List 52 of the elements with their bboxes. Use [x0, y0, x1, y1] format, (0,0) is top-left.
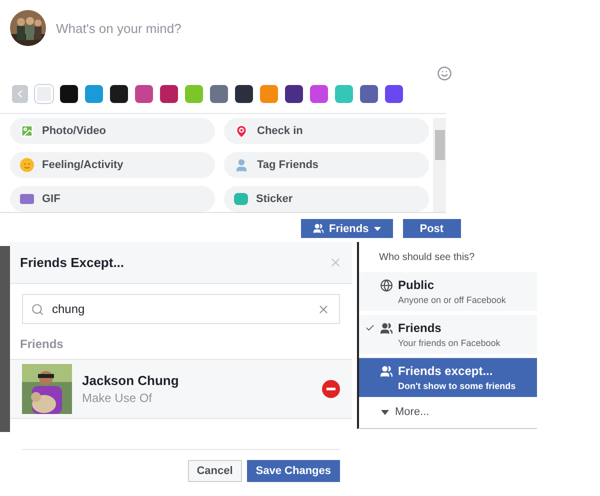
background-swatch[interactable]: [260, 85, 278, 103]
search-icon: [31, 303, 44, 316]
background-swatch[interactable]: [35, 85, 53, 103]
background-swatch[interactable]: [135, 85, 153, 103]
audience-option[interactable]: Public Anyone on or off Facebook: [359, 271, 537, 311]
remove-icon[interactable]: [322, 380, 340, 398]
background-swatch[interactable]: [385, 85, 403, 103]
background-swatch[interactable]: [110, 85, 128, 103]
friend-subtitle: Make Use Of: [82, 391, 154, 405]
action-pill[interactable]: Tag Friends: [224, 152, 429, 178]
action-pill[interactable]: GIF: [10, 186, 215, 212]
audience-option[interactable]: Friends except... Don't show to some friends: [359, 357, 537, 397]
background-swatch[interactable]: [85, 85, 103, 103]
audience-option[interactable]: Friends Your friends on Facebook: [359, 314, 537, 354]
cancel-button[interactable]: Cancel: [188, 460, 242, 482]
location-pin-icon: [234, 124, 249, 138]
people-icon: [380, 322, 393, 335]
background-swatch[interactable]: [235, 85, 253, 103]
background-swatch[interactable]: [185, 85, 203, 103]
search-field[interactable]: chung: [22, 294, 340, 324]
audience-button[interactable]: Friends: [301, 219, 393, 238]
more-button[interactable]: More...: [359, 400, 537, 428]
menu-header: Who should see this?: [378, 251, 476, 265]
smiley-icon: [20, 158, 34, 172]
people-icon: [380, 365, 393, 378]
save-button[interactable]: Save Changes: [246, 460, 340, 482]
caret-icon: [374, 226, 381, 230]
globe-icon: [380, 279, 393, 292]
friend-row[interactable]: Jackson Chung Make Use Of: [10, 359, 352, 419]
gif-icon: [20, 194, 34, 204]
section-heading: Friends: [19, 336, 64, 353]
friend-name: Jackson Chung: [82, 373, 180, 388]
background-swatch[interactable]: [310, 85, 328, 103]
background-swatch[interactable]: [335, 85, 353, 103]
background-swatch[interactable]: [160, 85, 178, 103]
caret-icon: [381, 410, 389, 414]
background-swatch[interactable]: [210, 85, 228, 103]
action-pill[interactable]: Check in: [224, 118, 429, 144]
background-swatch[interactable]: [285, 85, 303, 103]
action-pill[interactable]: Sticker: [224, 186, 429, 212]
people-icon: [313, 223, 324, 234]
action-pill[interactable]: Photo/Video: [10, 118, 215, 144]
dialog-title: Friends Except...: [20, 255, 124, 270]
background-swatch[interactable]: [60, 85, 78, 103]
background-swatch[interactable]: [360, 85, 378, 103]
action-pill[interactable]: Feeling/Activity: [10, 152, 215, 178]
post-button[interactable]: Post: [402, 219, 461, 238]
clear-icon[interactable]: [317, 303, 330, 316]
person-tag-icon: [234, 158, 249, 172]
emoji-icon[interactable]: [437, 66, 452, 81]
scrollbar[interactable]: [433, 118, 446, 212]
photo-icon: [20, 124, 34, 138]
